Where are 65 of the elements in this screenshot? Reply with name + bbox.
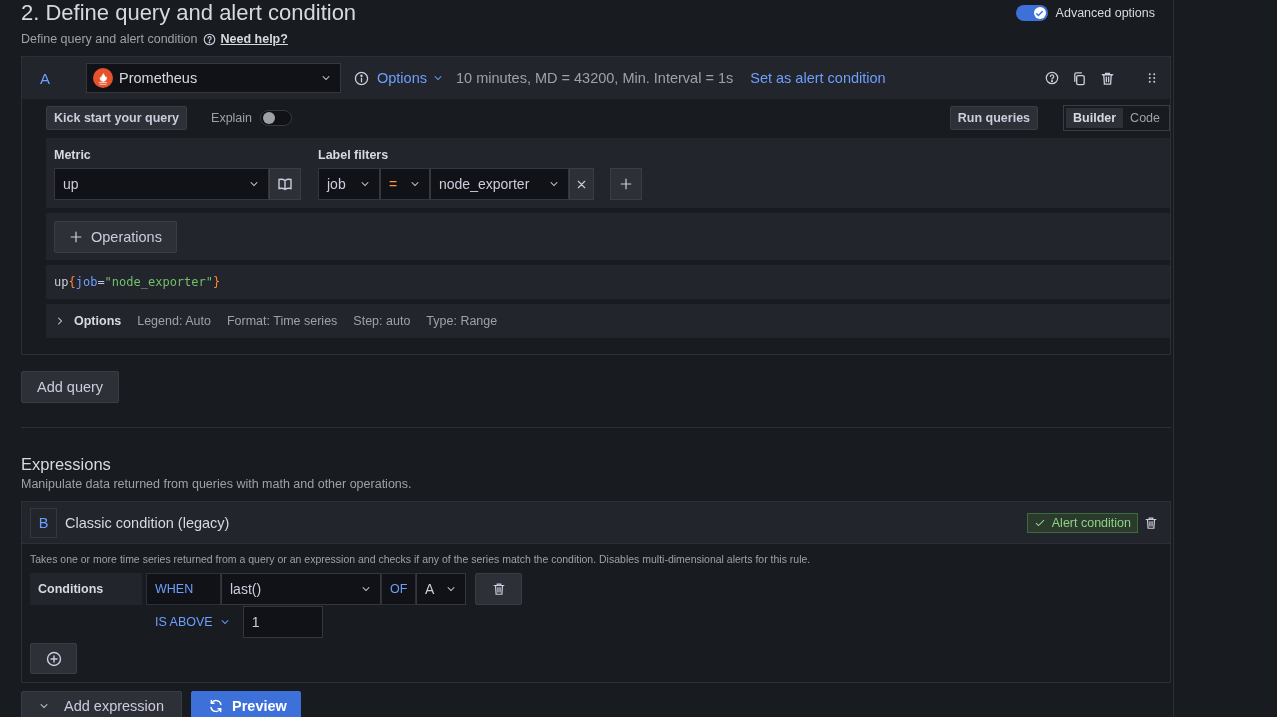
query-preview-code: up{job="node_exporter"} <box>46 265 1170 299</box>
add-filter-button[interactable] <box>610 168 642 200</box>
reducer-select[interactable]: last() <box>221 573 381 605</box>
expressions-title: Expressions <box>21 455 112 474</box>
copy-icon <box>1072 70 1087 86</box>
add-expression-button[interactable]: Add expression <box>21 691 182 717</box>
alert-condition-badge: Alert condition <box>1026 512 1138 533</box>
section-description: Define query and alert condition <box>21 32 198 46</box>
option-summary-item: Format: Time series <box>226 314 338 328</box>
query-ref-label: A <box>40 69 51 87</box>
info-icon <box>354 70 369 86</box>
delete-condition-button[interactable] <box>475 573 522 605</box>
run-queries-button[interactable]: Run queries <box>949 106 1039 130</box>
operations-button[interactable]: Operations <box>54 221 177 253</box>
add-query-button[interactable]: Add query <box>21 371 120 403</box>
section-title: 2. Define query and alert condition <box>21 0 357 26</box>
metric-select[interactable]: up <box>54 168 269 200</box>
operator-select[interactable]: = <box>380 168 430 200</box>
option-summary-item: Legend: Auto <box>137 314 211 328</box>
remove-filter-button[interactable] <box>569 168 594 200</box>
trash-icon <box>1100 70 1115 86</box>
explain-toggle[interactable] <box>260 110 293 126</box>
check-icon <box>1035 8 1045 18</box>
flame-logo-icon <box>93 68 113 88</box>
metrics-explorer-button[interactable] <box>269 168 301 200</box>
add-condition-button[interactable] <box>30 643 77 674</box>
drag-handle-icon <box>1146 71 1158 85</box>
preview-button[interactable]: Preview <box>191 691 301 717</box>
when-label: WHEN <box>146 573 221 605</box>
plus-circle-icon <box>45 650 62 667</box>
query-options-summary: 10 minutes, MD = 43200, Min. Interval = 1s <box>456 70 734 86</box>
option-summary-item: Type: Range <box>426 314 498 328</box>
plus-icon <box>69 230 83 244</box>
book-icon <box>277 176 293 192</box>
evaluator-select[interactable]: IS ABOVE <box>155 606 231 638</box>
mode-tab[interactable]: Builder <box>1066 108 1124 128</box>
option-summary-item: Step: auto <box>353 314 411 328</box>
help-icon <box>1045 71 1059 85</box>
expressions-description: Manipulate data returned from queries with math and other operations. <box>21 477 413 491</box>
datasource-select[interactable]: Prometheus <box>86 63 341 93</box>
set-alert-condition-link[interactable]: Set as alert condition <box>750 70 886 86</box>
help-link[interactable]: Need help? <box>220 32 288 46</box>
mode-tab[interactable]: Code <box>1123 108 1167 128</box>
options-collapse-toggle[interactable]: Options <box>54 314 122 328</box>
plus-icon <box>619 177 633 191</box>
label-select[interactable]: job <box>318 168 380 200</box>
help-icon <box>202 32 216 46</box>
of-label: OF <box>381 573 416 605</box>
expression-ref-label: B <box>30 507 57 538</box>
trash-icon <box>1144 515 1158 530</box>
explain-label: Explain <box>211 111 253 125</box>
label-filters-label: Label filters <box>318 148 390 162</box>
metric-label: Metric <box>54 148 92 162</box>
threshold-input[interactable]: 1 <box>242 606 323 638</box>
refresh-icon <box>208 697 224 714</box>
toggle-label: Advanced options <box>1055 6 1155 20</box>
conditions-label: Conditions <box>30 573 142 605</box>
trash-icon <box>491 582 506 596</box>
label-value-select[interactable]: node_exporter <box>430 168 569 200</box>
kick-start-button[interactable]: Kick start your query <box>46 106 188 130</box>
expression-title: Classic condition (legacy) <box>65 514 230 531</box>
query-select[interactable]: A <box>416 573 466 605</box>
expression-description: Takes one or more time series returned from a query or an expression and checks if any of the series match the condition. Disables multi-dimensional alerts for this rule. <box>30 553 812 565</box>
options-dropdown[interactable]: Options <box>377 70 444 86</box>
advanced-options-toggle[interactable] <box>1015 5 1048 21</box>
